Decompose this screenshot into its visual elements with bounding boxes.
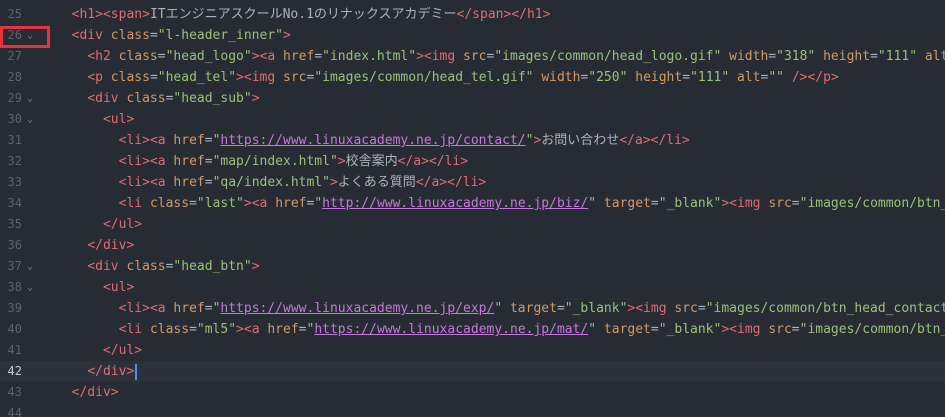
code-text: <li class="ml5"><a href="https://www.lin… [118,322,945,337]
code-line[interactable]: 29 ⌄ <div class="head_sub"> [0,88,945,109]
line-number: 34 [7,196,22,210]
code-text: <div class="head_btn"> [87,259,260,274]
line-number: 44 [7,406,22,417]
code-text: <div class="l-header_inner"> [71,28,291,43]
code-editor[interactable]: 25 <h1><span>ITエンジニアスクールNo.1のリナックスアカデミー<… [0,0,945,417]
code-text: </ul> [102,217,143,232]
fold-chevron-icon[interactable]: ⌄ [27,277,37,298]
code-line[interactable]: 39 <li><a href="https://www.linuxacademy… [0,298,945,319]
code-text: <p class="head_tel"><img src="images/com… [87,70,839,85]
code-line[interactable]: 40 <li class="ml5"><a href="https://www.… [0,319,945,340]
code-text: <li><a href="qa/index.html">よくある質問</a></… [118,175,487,190]
line-number: 32 [7,154,22,168]
code-line[interactable]: 36 </div> [0,235,945,256]
code-text: <ul> [102,280,135,295]
text-cursor [135,363,138,380]
line-number: 29 [7,91,22,105]
line-number: 42 [7,364,22,378]
line-number: 27 [7,49,22,63]
highlight-box [0,26,50,48]
code-line[interactable]: 34 <li class="last"><a href="http://www.… [0,193,945,214]
code-text: </div> [56,361,138,382]
line-number: 33 [7,175,22,189]
code-text: <li><a href="map/index.html">校舎案内</a></l… [118,154,469,169]
code-line[interactable]: 38 ⌄ <ul> [0,277,945,298]
line-number: 31 [7,133,22,147]
line-number: 36 [7,238,22,252]
code-line[interactable]: 27 <h2 class="head_logo"><a href="index.… [0,46,945,67]
code-line[interactable]: 28 <p class="head_tel"><img src="images/… [0,67,945,88]
fold-chevron-icon[interactable]: ⌄ [27,88,37,109]
code-line[interactable]: 30 ⌄ <ul> [0,109,945,130]
code-text: </div> [71,385,119,400]
code-text: <ul> [102,112,135,127]
line-number: 43 [7,385,22,399]
line-number: 28 [7,70,22,84]
code-line[interactable]: 25 <h1><span>ITエンジニアスクールNo.1のリナックスアカデミー<… [0,4,945,25]
code-line[interactable]: 35 </ul> [0,214,945,235]
code-text: <h2 class="head_logo"><a href="index.htm… [87,49,945,64]
code-text: <li class="last"><a href="http://www.lin… [118,196,945,211]
code-text: <h1><span>ITエンジニアスクールNo.1のリナックスアカデミー</sp… [71,7,551,22]
line-number: 39 [7,301,22,315]
code-line[interactable]: 31 <li><a href="https://www.linuxacademy… [0,130,945,151]
code-line[interactable]: 44 [0,403,945,417]
code-line[interactable]: 32 <li><a href="map/index.html">校舎案内</a>… [0,151,945,172]
code-text: <div class="head_sub"> [87,91,260,106]
line-number: 30 [7,112,22,126]
code-line[interactable]: 41 </ul> [0,340,945,361]
code-text: </ul> [102,343,143,358]
code-text: <li><a href="https://www.linuxacademy.ne… [118,301,945,316]
code-line[interactable]: 37 ⌄ <div class="head_btn"> [0,256,945,277]
line-number: 37 [7,259,22,273]
fold-chevron-icon[interactable]: ⌄ [27,256,37,277]
line-number: 35 [7,217,22,231]
line-number: 38 [7,280,22,294]
code-line[interactable]: 33 <li><a href="qa/index.html">よくある質問</a… [0,172,945,193]
code-text: <li><a href="https://www.linuxacademy.ne… [118,133,690,148]
code-line[interactable]: 43 </div> [0,382,945,403]
code-text: </div> [87,238,135,253]
fold-chevron-icon[interactable]: ⌄ [27,109,37,130]
line-number: 41 [7,343,22,357]
code-line[interactable]: 42 </div> [0,361,945,382]
line-number: 25 [7,7,22,21]
code-line[interactable]: 26 ⌄ <div class="l-header_inner"> [0,25,945,46]
line-number: 40 [7,322,22,336]
